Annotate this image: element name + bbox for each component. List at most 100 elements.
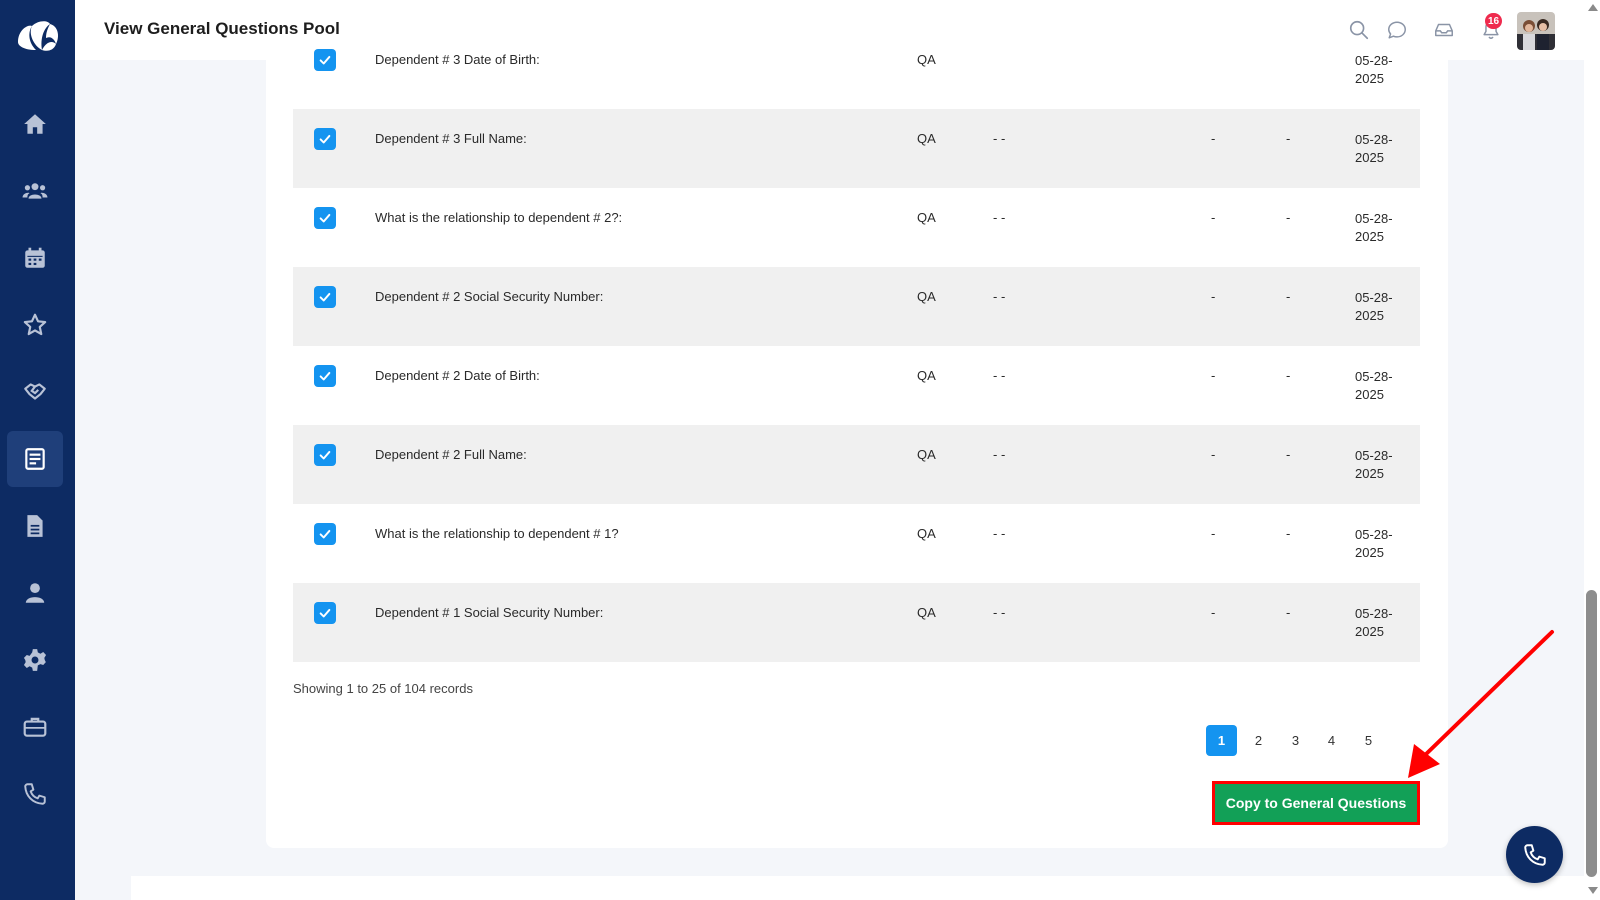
column-b-value: - — [1286, 131, 1291, 146]
question-options: - - — [993, 210, 1006, 225]
records-info: Showing 1 to 25 of 104 records — [293, 681, 473, 696]
sidebar-item-favorites[interactable] — [7, 297, 63, 353]
app-logo[interactable] — [14, 16, 62, 58]
question-text: Dependent # 2 Date of Birth: — [375, 368, 540, 383]
question-options: - - — [993, 131, 1006, 146]
question-options: - - — [993, 526, 1006, 541]
row-checkbox[interactable] — [314, 444, 336, 466]
table-row: What is the relationship to dependent # … — [293, 188, 1420, 267]
star-icon — [23, 313, 47, 336]
question-type: QA — [917, 289, 936, 304]
sidebar-item-settings[interactable] — [7, 632, 63, 688]
column-a-value: - — [1211, 131, 1216, 146]
row-checkbox[interactable] — [314, 365, 336, 387]
column-a-value: - — [1211, 210, 1216, 225]
created-date: 05-28- 2025 — [1355, 527, 1393, 560]
column-a-value: - — [1211, 447, 1216, 462]
created-date: 05-28- 2025 — [1355, 369, 1393, 402]
page-button-2[interactable]: 2 — [1243, 725, 1274, 756]
row-checkbox[interactable] — [314, 128, 336, 150]
question-options: - - — [993, 289, 1006, 304]
page-button-4[interactable]: 4 — [1316, 725, 1347, 756]
question-options: - - — [993, 447, 1006, 462]
table-row: Dependent # 3 Full Name: QA - - - - 05-2… — [293, 109, 1420, 188]
question-text: Dependent # 2 Full Name: — [375, 447, 527, 462]
users-icon — [22, 183, 48, 199]
checkmark-icon — [319, 608, 331, 618]
page-button-1[interactable]: 1 — [1206, 725, 1237, 756]
column-b-value: - — [1286, 210, 1291, 225]
page-button-3[interactable]: 3 — [1280, 725, 1311, 756]
question-type: QA — [917, 447, 936, 462]
briefcase-icon — [23, 717, 47, 737]
column-b-value: - — [1286, 447, 1291, 462]
column-a-value: - — [1211, 526, 1216, 541]
call-floating-button[interactable] — [1506, 826, 1563, 883]
checkmark-icon — [319, 529, 331, 539]
question-type: QA — [917, 52, 936, 67]
sidebar-item-home[interactable] — [7, 96, 63, 152]
question-options: - - — [993, 605, 1006, 620]
sidebar-item-calls[interactable] — [7, 766, 63, 822]
column-b-value: - — [1286, 605, 1291, 620]
phone-icon — [1523, 843, 1546, 866]
page-button-5[interactable]: 5 — [1353, 725, 1384, 756]
handshake-icon — [24, 383, 46, 400]
table-row: Dependent # 2 Social Security Number: QA… — [293, 267, 1420, 346]
annotation-arrow-icon — [1408, 630, 1554, 778]
row-checkbox[interactable] — [314, 49, 336, 71]
copy-to-general-questions-button[interactable]: Copy to General Questions — [1212, 781, 1420, 825]
created-date: 05-28- 2025 — [1355, 132, 1393, 165]
created-date: 05-28- 2025 — [1355, 211, 1393, 244]
footer-strip — [131, 876, 1584, 900]
sidebar-item-team[interactable] — [7, 163, 63, 219]
row-checkbox[interactable] — [314, 523, 336, 545]
table-row: Dependent # 2 Date of Birth: QA - - - - … — [293, 346, 1420, 425]
checkmark-icon — [319, 292, 331, 302]
scroll-up-arrow-icon[interactable] — [1588, 4, 1598, 11]
inbox-button[interactable] — [1432, 18, 1456, 42]
sidebar-item-profile[interactable] — [7, 565, 63, 621]
avatar-photo-icon — [1517, 12, 1555, 50]
row-checkbox[interactable] — [314, 207, 336, 229]
user-avatar[interactable] — [1517, 12, 1555, 50]
sidebar — [0, 0, 75, 900]
checkmark-icon — [319, 213, 331, 223]
created-date: 05-28- 2025 — [1355, 448, 1393, 481]
sidebar-item-questions[interactable] — [7, 431, 63, 487]
column-b-value: - — [1286, 289, 1291, 304]
questions-icon — [25, 448, 45, 470]
created-date: 05-28- 2025 — [1355, 606, 1393, 639]
sidebar-item-calendar[interactable] — [7, 230, 63, 286]
inbox-icon — [1435, 23, 1453, 37]
notification-count-badge: 16 — [1485, 13, 1503, 29]
question-options: - - — [993, 368, 1006, 383]
question-text: Dependent # 1 Social Security Number: — [375, 605, 604, 620]
table-row: Dependent # 1 Social Security Number: QA… — [293, 583, 1420, 662]
sidebar-item-jobs[interactable] — [7, 699, 63, 755]
gear-icon — [23, 649, 47, 671]
scroll-thumb[interactable] — [1586, 590, 1597, 877]
question-text: What is the relationship to dependent # … — [375, 210, 623, 225]
created-date: 05-28- 2025 — [1355, 53, 1393, 86]
question-type: QA — [917, 368, 936, 383]
scroll-down-arrow-icon[interactable] — [1588, 887, 1598, 894]
row-checkbox[interactable] — [314, 602, 336, 624]
home-icon — [24, 114, 46, 134]
question-text: Dependent # 3 Full Name: — [375, 131, 527, 146]
calendar-icon — [25, 247, 45, 268]
column-b-value: - — [1286, 526, 1291, 541]
checkmark-icon — [319, 134, 331, 144]
table-row: Dependent # 2 Full Name: QA - - - - 05-2… — [293, 425, 1420, 504]
question-text: Dependent # 3 Date of Birth: — [375, 52, 540, 67]
column-b-value: - — [1286, 368, 1291, 383]
sidebar-item-partners[interactable] — [7, 364, 63, 420]
row-checkbox[interactable] — [314, 286, 336, 308]
page-scrollbar[interactable] — [1584, 0, 1600, 900]
question-type: QA — [917, 605, 936, 620]
table-row: What is the relationship to dependent # … — [293, 504, 1420, 583]
sidebar-item-documents[interactable] — [7, 498, 63, 554]
column-a-value: - — [1211, 605, 1216, 620]
created-date: 05-28- 2025 — [1355, 290, 1393, 323]
checkmark-icon — [319, 450, 331, 460]
